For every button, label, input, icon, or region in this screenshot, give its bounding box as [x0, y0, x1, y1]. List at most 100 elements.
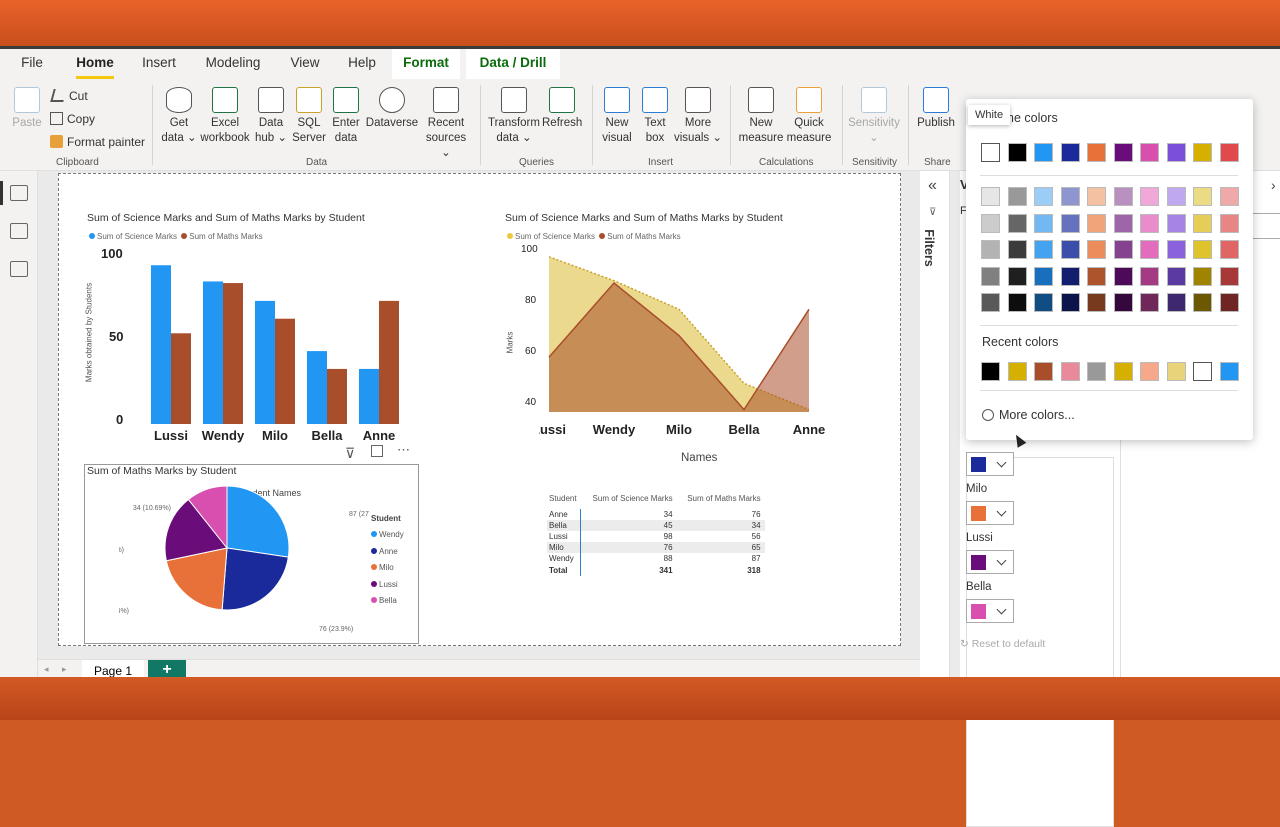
shade-color-swatch[interactable]	[1087, 266, 1106, 286]
shade-color-swatch[interactable]	[1087, 213, 1106, 233]
shade-color-swatch[interactable]	[1219, 187, 1239, 206]
recent-color-swatch[interactable]	[1166, 362, 1186, 381]
pie-legend-item[interactable]: Lussi	[371, 577, 404, 594]
recent-color-swatch[interactable]	[1060, 362, 1080, 381]
shade-color-swatch[interactable]	[981, 266, 1000, 286]
recent-sources-button[interactable]: Recent sources ⌄	[420, 87, 472, 161]
theme-color-swatch[interactable]	[1113, 143, 1133, 162]
shade-color-swatch[interactable]	[1166, 213, 1186, 233]
pane-collapse-icon[interactable]: ›	[1271, 177, 1276, 193]
color-picker-lussi[interactable]	[966, 550, 1014, 574]
shade-color-swatch[interactable]	[1219, 293, 1239, 312]
table-view-icon[interactable]	[10, 223, 28, 239]
recent-color-swatch[interactable]	[1140, 362, 1159, 381]
filter-icon[interactable]: ⊽	[345, 445, 355, 462]
theme-color-swatch[interactable]	[1140, 143, 1159, 162]
shade-color-swatch[interactable]	[1166, 187, 1186, 206]
pie-legend-item[interactable]: Bella	[371, 593, 404, 610]
shade-color-swatch[interactable]	[1060, 266, 1080, 286]
tab-modeling[interactable]: Modeling	[203, 55, 263, 79]
next-page-icon[interactable]: ▸	[62, 664, 67, 675]
shade-color-swatch[interactable]	[1193, 266, 1212, 286]
shade-color-swatch[interactable]	[1193, 240, 1212, 259]
tab-data-drill[interactable]: Data / Drill	[466, 49, 560, 79]
shade-color-swatch[interactable]	[1034, 293, 1053, 312]
prev-page-icon[interactable]: ◂	[44, 664, 49, 675]
color-picker-bella[interactable]	[966, 599, 1014, 623]
shade-color-swatch[interactable]	[1219, 240, 1239, 259]
more-visuals-button[interactable]: More visuals ⌄	[674, 87, 722, 146]
shade-color-swatch[interactable]	[1193, 187, 1212, 206]
shade-color-swatch[interactable]	[1087, 293, 1106, 312]
theme-color-swatch[interactable]	[1034, 143, 1053, 162]
shade-color-swatch[interactable]	[1166, 293, 1186, 312]
shade-color-swatch[interactable]	[1007, 213, 1027, 233]
shade-color-swatch[interactable]	[1060, 293, 1080, 312]
shade-color-swatch[interactable]	[1060, 240, 1080, 259]
get-data-button[interactable]: Get data ⌄	[160, 87, 198, 146]
shade-color-swatch[interactable]	[1007, 266, 1027, 286]
report-view-icon[interactable]	[10, 185, 28, 201]
collapse-chevrons-icon[interactable]: «	[928, 177, 937, 195]
shade-color-swatch[interactable]	[1087, 187, 1106, 206]
paste-button[interactable]: Paste	[10, 87, 44, 131]
shade-color-swatch[interactable]	[1034, 187, 1053, 206]
color-picker-anne[interactable]	[966, 452, 1014, 476]
more-options-icon[interactable]: ⋯	[397, 442, 410, 458]
shade-color-swatch[interactable]	[1219, 213, 1239, 233]
shade-color-swatch[interactable]	[1166, 240, 1186, 259]
filters-pane-collapsed[interactable]: « ⊽ Filters	[920, 171, 950, 680]
text-box-button[interactable]: Text box	[637, 87, 673, 146]
model-view-icon[interactable]	[10, 261, 28, 277]
new-visual-button[interactable]: New visual	[599, 87, 635, 146]
copy-button[interactable]: Copy	[50, 112, 95, 126]
recent-color-swatch[interactable]	[981, 362, 1000, 381]
color-picker-milo[interactable]	[966, 501, 1014, 525]
focus-mode-icon[interactable]	[371, 445, 383, 457]
theme-color-swatch[interactable]	[1219, 143, 1239, 162]
shade-color-swatch[interactable]	[981, 213, 1000, 233]
shade-color-swatch[interactable]	[1113, 293, 1133, 312]
shade-color-swatch[interactable]	[1219, 266, 1239, 286]
pie-legend-item[interactable]: Milo	[371, 560, 404, 577]
shade-color-swatch[interactable]	[1140, 266, 1159, 286]
shade-color-swatch[interactable]	[1007, 293, 1027, 312]
shade-color-swatch[interactable]	[981, 240, 1000, 259]
shade-color-swatch[interactable]	[1193, 213, 1212, 233]
sql-server-button[interactable]: SQL Server	[291, 87, 327, 146]
recent-color-swatch[interactable]	[1034, 362, 1053, 381]
transform-data-button[interactable]: Transform data ⌄	[486, 87, 542, 146]
shade-color-swatch[interactable]	[1166, 266, 1186, 286]
tab-format[interactable]: Format	[392, 49, 460, 79]
quick-measure-button[interactable]: Quick measure	[785, 87, 833, 146]
shade-color-swatch[interactable]	[1140, 240, 1159, 259]
shade-color-swatch[interactable]	[1060, 213, 1080, 233]
tab-file[interactable]: File	[21, 55, 43, 79]
enter-data-button[interactable]: Enter data	[329, 87, 363, 146]
shade-color-swatch[interactable]	[1113, 240, 1133, 259]
shade-color-swatch[interactable]	[1113, 213, 1133, 233]
theme-color-swatch[interactable]	[1166, 143, 1186, 162]
publish-button[interactable]: Publish	[914, 87, 958, 131]
shade-color-swatch[interactable]	[1034, 266, 1053, 286]
shade-color-swatch[interactable]	[1113, 187, 1133, 206]
recent-color-swatch[interactable]	[1087, 362, 1106, 381]
shade-color-swatch[interactable]	[981, 293, 1000, 312]
shade-color-swatch[interactable]	[1060, 187, 1080, 206]
theme-color-swatch[interactable]	[1193, 143, 1212, 162]
recent-color-swatch[interactable]	[1219, 362, 1239, 381]
shade-color-swatch[interactable]	[1113, 266, 1133, 286]
sensitivity-button[interactable]: Sensitivity ⌄	[846, 87, 902, 146]
theme-color-swatch[interactable]	[1007, 143, 1027, 162]
shade-color-swatch[interactable]	[1140, 293, 1159, 312]
tab-help[interactable]: Help	[346, 55, 378, 79]
shade-color-swatch[interactable]	[1007, 240, 1027, 259]
new-measure-button[interactable]: New measure	[737, 87, 785, 146]
reset-to-default-button[interactable]: ↻ Reset to default	[960, 638, 1045, 650]
shade-color-swatch[interactable]	[981, 187, 1000, 206]
pie-legend-item[interactable]: Wendy	[371, 527, 404, 544]
format-painter-button[interactable]: Format painter	[50, 135, 145, 149]
shade-color-swatch[interactable]	[1034, 213, 1053, 233]
shade-color-swatch[interactable]	[1034, 240, 1053, 259]
shade-color-swatch[interactable]	[1193, 293, 1212, 312]
